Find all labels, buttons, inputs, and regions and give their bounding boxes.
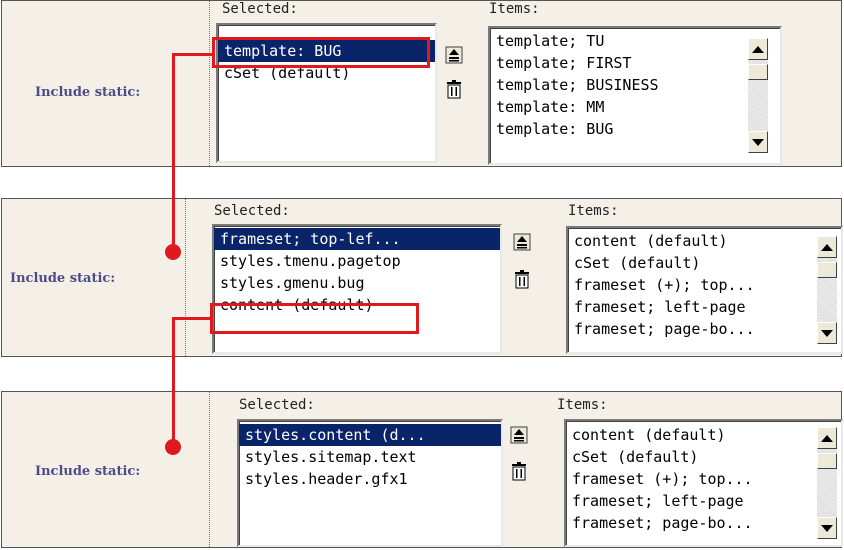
scroll-up-button[interactable] — [817, 236, 837, 258]
trash-icon[interactable] — [444, 79, 464, 99]
selected-header: Selected: — [222, 1, 298, 17]
list-item[interactable]: cSet (default) — [566, 446, 841, 468]
list-item[interactable]: styles.header.gfx1 — [239, 468, 501, 490]
connector-line — [172, 53, 175, 252]
connector-line — [172, 317, 212, 320]
trash-icon[interactable] — [509, 461, 529, 481]
list-item[interactable]: cSet (default) — [568, 252, 841, 274]
scroll-down-button[interactable] — [817, 322, 837, 344]
list-item[interactable]: frameset; left-page — [566, 490, 841, 512]
list-item[interactable]: content (default) — [566, 424, 841, 446]
list-item[interactable]: styles.content (d... — [239, 424, 501, 446]
scrollbar[interactable] — [748, 38, 768, 153]
scrollbar[interactable] — [817, 236, 837, 344]
list-item[interactable]: template; TU — [490, 30, 780, 52]
scrollbar[interactable] — [817, 427, 837, 539]
items-listbox[interactable]: content (default) cSet (default) framese… — [566, 226, 843, 354]
connector-line — [172, 53, 214, 56]
connector-dot — [165, 439, 181, 455]
list-item[interactable]: styles.gmenu.bug — [214, 272, 500, 294]
items-listbox[interactable]: template; TU template; FIRST template; B… — [488, 26, 782, 165]
connector-dot — [165, 244, 181, 260]
scroll-down-button[interactable] — [748, 131, 768, 153]
list-item[interactable]: styles.tmenu.pagetop — [214, 250, 500, 272]
list-item[interactable]: styles.sitemap.text — [239, 446, 501, 468]
list-item[interactable]: frameset; page-bo... — [568, 318, 841, 340]
scroll-up-button[interactable] — [748, 38, 768, 60]
items-header: Items: — [557, 397, 608, 413]
list-item[interactable]: cSet (default) — [218, 62, 435, 84]
selected-listbox[interactable]: template: BUG cSet (default) — [216, 23, 437, 163]
divider — [209, 392, 210, 547]
selected-header: Selected: — [214, 203, 290, 219]
move-up-icon[interactable] — [444, 45, 464, 65]
items-header: Items: — [489, 1, 540, 17]
move-up-icon[interactable] — [512, 232, 532, 252]
scroll-thumb[interactable] — [817, 262, 837, 278]
items-listbox[interactable]: content (default) cSet (default) framese… — [564, 419, 843, 547]
include-static-panel-3: Include static: Selected: Items: styles.… — [1, 391, 843, 548]
list-item[interactable]: content (default) — [568, 230, 841, 252]
list-item[interactable]: template; BUSINESS — [490, 74, 780, 96]
scroll-down-button[interactable] — [817, 517, 837, 539]
list-item[interactable]: content (default) — [214, 294, 500, 316]
selected-listbox[interactable]: styles.content (d... styles.sitemap.text… — [237, 419, 503, 547]
list-item[interactable]: template: BUG — [490, 118, 780, 140]
list-item[interactable]: template: MM — [490, 96, 780, 118]
list-item[interactable]: frameset; left-page — [568, 296, 841, 318]
list-item[interactable]: frameset; page-bo... — [566, 512, 841, 534]
scroll-thumb[interactable] — [748, 64, 768, 80]
list-item[interactable]: frameset; top-lef... — [214, 228, 500, 250]
include-static-label: Include static: — [35, 464, 141, 479]
include-static-panel-1: Include static: Selected: Items: templat… — [1, 0, 842, 167]
include-static-label: Include static: — [10, 271, 116, 286]
include-static-label: Include static: — [35, 85, 141, 100]
scroll-up-button[interactable] — [817, 427, 837, 449]
list-item[interactable]: template: BUG — [218, 40, 435, 62]
move-up-icon[interactable] — [509, 425, 529, 445]
items-header: Items: — [568, 203, 619, 219]
list-item[interactable]: frameset (+); top... — [568, 274, 841, 296]
scroll-thumb[interactable] — [817, 453, 837, 469]
connector-line — [172, 317, 175, 447]
include-static-panel-2: Include static: Selected: Items: framese… — [1, 198, 843, 357]
list-item[interactable]: template; FIRST — [490, 52, 780, 74]
selected-listbox[interactable]: frameset; top-lef... styles.tmenu.pageto… — [212, 224, 502, 354]
trash-icon[interactable] — [512, 269, 532, 289]
list-item[interactable]: frameset (+); top... — [566, 468, 841, 490]
selected-header: Selected: — [239, 397, 315, 413]
divider — [209, 1, 210, 166]
divider — [185, 199, 186, 356]
